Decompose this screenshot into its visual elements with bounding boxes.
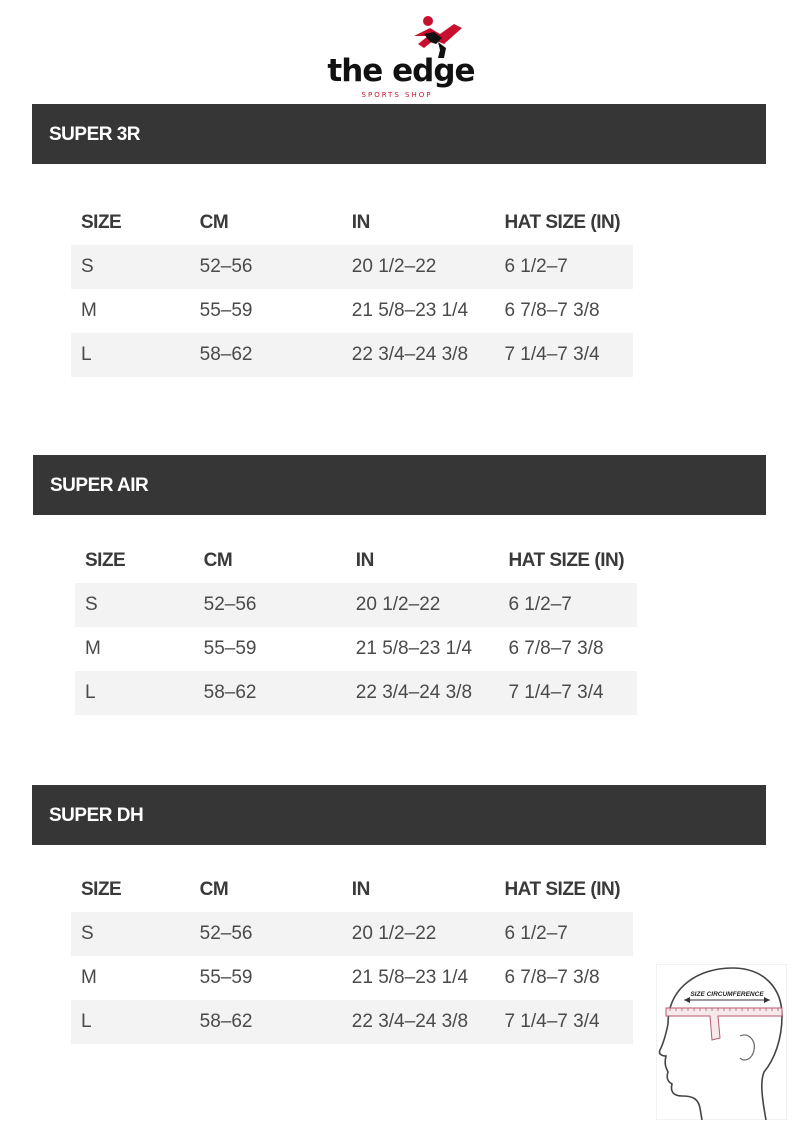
table-row: L 58–62 22 3/4–24 3/8 7 1/4–7 3/4 [75,671,637,715]
cell-hat-size: 6 1/2–7 [504,256,568,277]
cell-in: 21 5/8–23 1/4 [351,300,469,321]
column-header-hat-size: HAT SIZE (IN) [504,211,621,233]
column-header-in: IN [351,211,370,233]
cell-in: 20 1/2–22 [351,923,437,944]
cell-hat-size: 7 1/4–7 3/4 [508,682,604,703]
section-title: SUPER DH [49,805,144,826]
cell-size: L [81,1011,92,1032]
cell-in: 22 3/4–24 3/8 [355,682,473,703]
cell-cm: 55–59 [199,300,253,321]
size-circumference-label: SIZE CIRCUMFERENCE [690,991,764,998]
size-table-super-3r: SIZE CM IN HAT SIZE (IN) S 52–56 20 1/2–… [71,200,633,377]
cell-hat-size: 6 7/8–7 3/8 [504,967,600,988]
brand-name: the edge [327,53,475,89]
size-table-super-air: SIZE CM IN HAT SIZE (IN) S 52–56 20 1/2–… [75,538,637,715]
cell-hat-size: 6 1/2–7 [504,923,568,944]
column-header-cm: CM [199,878,229,900]
cell-cm: 58–62 [199,1011,253,1032]
column-header-size: SIZE [85,549,126,571]
cell-size: M [85,638,101,659]
column-header-size: SIZE [81,878,122,900]
brand-tagline: SPORTS SHOP [361,91,433,99]
column-header-cm: CM [203,549,233,571]
table-row: L 58–62 22 3/4–24 3/8 7 1/4–7 3/4 [71,1000,633,1044]
table-row: L 58–62 22 3/4–24 3/8 7 1/4–7 3/4 [71,333,633,377]
cell-cm: 52–56 [199,923,253,944]
brand-logo: the edge SPORTS SHOP [326,14,476,99]
cell-in: 22 3/4–24 3/8 [351,344,469,365]
table-header-row: SIZE CM IN HAT SIZE (IN) [71,867,633,912]
cell-cm: 55–59 [199,967,253,988]
cell-size: S [85,594,98,615]
table-header-row: SIZE CM IN HAT SIZE (IN) [75,538,637,583]
table-header-row: SIZE CM IN HAT SIZE (IN) [71,200,633,245]
table-row: M 55–59 21 5/8–23 1/4 6 7/8–7 3/8 [71,956,633,1000]
cell-cm: 58–62 [199,344,253,365]
section-header-super-dh: SUPER DH [32,785,766,845]
cell-size: L [85,682,96,703]
section-title: SUPER 3R [49,124,141,145]
cell-in: 21 5/8–23 1/4 [351,967,469,988]
column-header-hat-size: HAT SIZE (IN) [504,878,621,900]
cell-size: S [81,923,94,944]
column-header-hat-size: HAT SIZE (IN) [508,549,625,571]
cell-size: S [81,256,94,277]
cell-cm: 52–56 [199,256,253,277]
cell-hat-size: 6 7/8–7 3/8 [508,638,604,659]
section-header-super-3r: SUPER 3R [32,104,766,164]
table-row: S 52–56 20 1/2–22 6 1/2–7 [71,912,633,956]
section-header-super-air: SUPER AIR [33,455,766,515]
cell-cm: 58–62 [203,682,257,703]
cell-size: L [81,344,92,365]
cell-in: 20 1/2–22 [351,256,437,277]
cell-hat-size: 7 1/4–7 3/4 [504,1011,600,1032]
column-header-size: SIZE [81,211,122,233]
cell-in: 21 5/8–23 1/4 [355,638,473,659]
size-table-super-dh: SIZE CM IN HAT SIZE (IN) S 52–56 20 1/2–… [71,867,633,1044]
column-header-in: IN [355,549,374,571]
column-header-cm: CM [199,211,229,233]
head-circumference-illustration: SIZE CIRCUMFERENCE [656,964,787,1120]
cell-hat-size: 7 1/4–7 3/4 [504,344,600,365]
table-row: M 55–59 21 5/8–23 1/4 6 7/8–7 3/8 [71,289,633,333]
section-title: SUPER AIR [50,475,149,496]
table-row: S 52–56 20 1/2–22 6 1/2–7 [71,245,633,289]
cell-in: 22 3/4–24 3/8 [351,1011,469,1032]
table-row: M 55–59 21 5/8–23 1/4 6 7/8–7 3/8 [75,627,637,671]
cell-hat-size: 6 1/2–7 [508,594,572,615]
cell-size: M [81,300,97,321]
column-header-in: IN [351,878,370,900]
cell-in: 20 1/2–22 [355,594,441,615]
table-row: S 52–56 20 1/2–22 6 1/2–7 [75,583,637,627]
cell-size: M [81,967,97,988]
cell-cm: 52–56 [203,594,257,615]
cell-hat-size: 6 7/8–7 3/8 [504,300,600,321]
cell-cm: 55–59 [203,638,257,659]
